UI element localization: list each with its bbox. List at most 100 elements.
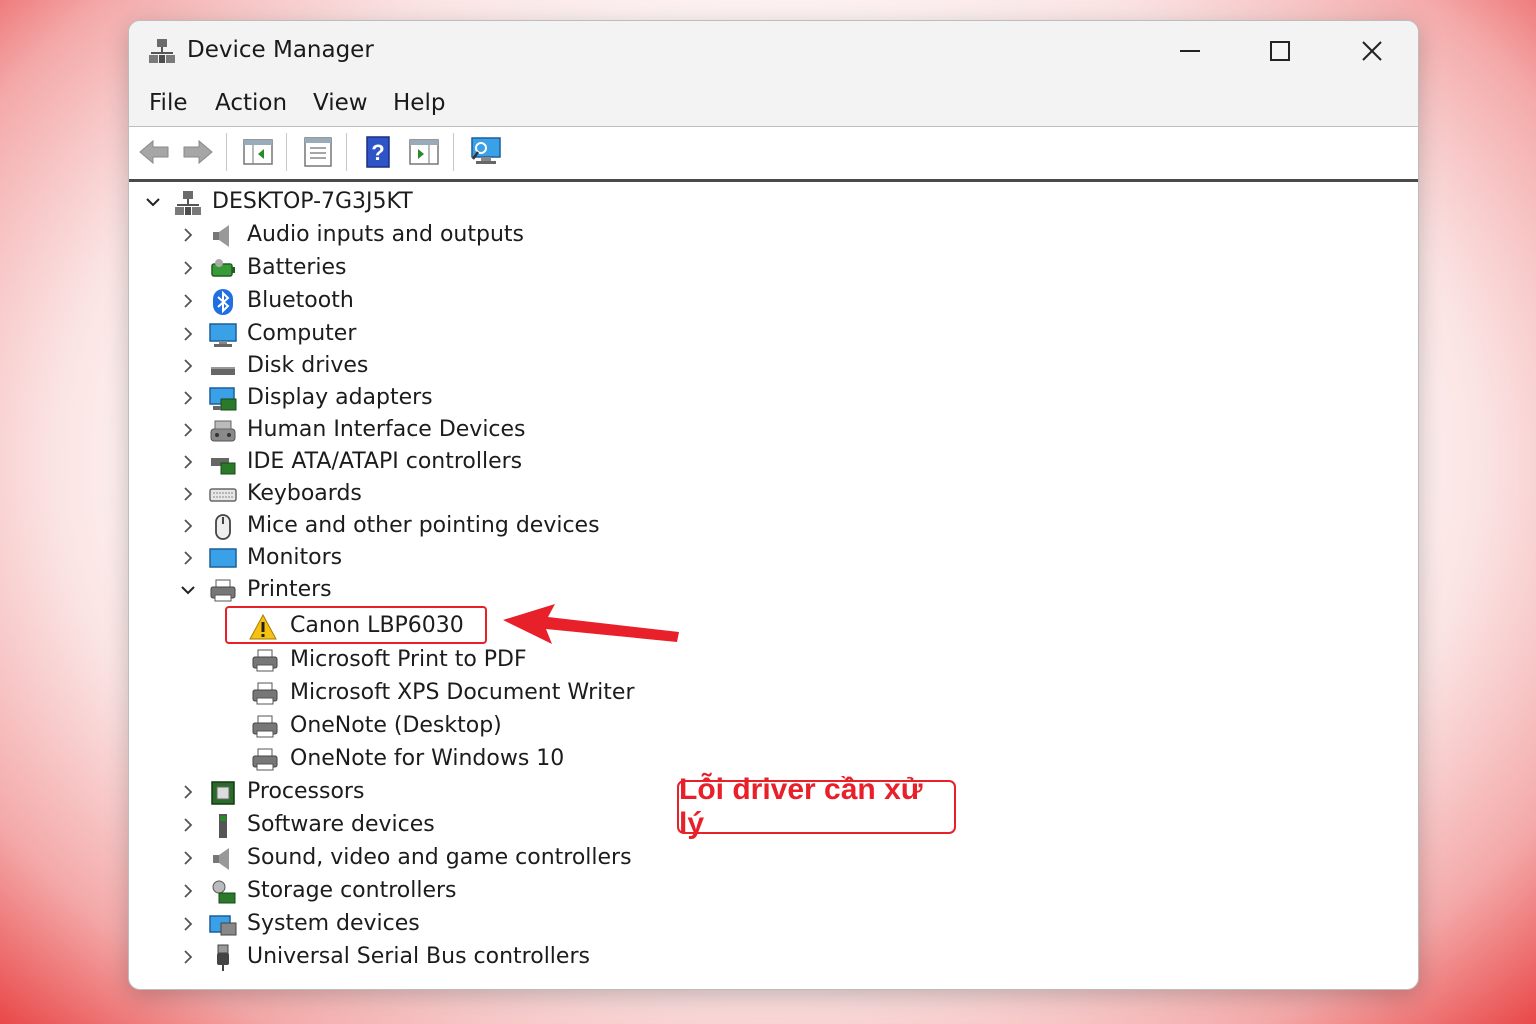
device-manager-icon bbox=[149, 39, 175, 63]
tree-item-label: Processors bbox=[247, 779, 365, 804]
toolbar: ? bbox=[129, 127, 1418, 182]
tree-item-sound-video-game[interactable]: Sound, video and game controllers bbox=[129, 843, 632, 873]
tree-item-system-devices[interactable]: System devices bbox=[129, 909, 629, 939]
chevron-right-icon[interactable] bbox=[179, 948, 197, 966]
chevron-right-icon[interactable] bbox=[179, 226, 197, 244]
tree-item-label: System devices bbox=[247, 911, 420, 936]
ide-controller-icon bbox=[211, 458, 236, 475]
back-arrow-icon bbox=[139, 139, 169, 165]
tree-item-label: Universal Serial Bus controllers bbox=[247, 944, 590, 969]
warning-icon bbox=[249, 613, 277, 640]
menu-view[interactable]: View bbox=[313, 90, 368, 116]
chevron-right-icon[interactable] bbox=[179, 849, 197, 867]
computer-icon bbox=[209, 323, 237, 347]
annotation-arrow bbox=[503, 604, 679, 644]
printer-item-xps[interactable]: Microsoft XPS Document Writer bbox=[129, 678, 635, 708]
toolbar-separator bbox=[346, 133, 347, 171]
speaker-icon bbox=[213, 225, 229, 247]
tree-item-storage-controllers[interactable]: Storage controllers bbox=[129, 876, 629, 906]
minimize-button[interactable] bbox=[1167, 31, 1213, 71]
tree-item-mice[interactable]: Mice and other pointing devices bbox=[129, 511, 629, 541]
tree-item-audio[interactable]: Audio inputs and outputs bbox=[129, 220, 629, 250]
window-title: Device Manager bbox=[187, 37, 374, 63]
chevron-right-icon[interactable] bbox=[179, 421, 197, 439]
tree-item-label: Human Interface Devices bbox=[247, 417, 526, 442]
tree-item-label: Monitors bbox=[247, 545, 343, 570]
chevron-right-icon[interactable] bbox=[179, 549, 197, 567]
tree-item-display-adapters[interactable]: Display adapters bbox=[129, 383, 629, 413]
toolbar-separator bbox=[453, 133, 454, 171]
tree-item-label: Bluetooth bbox=[247, 288, 354, 313]
forward-button[interactable] bbox=[181, 135, 217, 169]
printer-icon bbox=[210, 579, 236, 602]
printer-icon bbox=[252, 715, 278, 738]
tree-item-label: Batteries bbox=[247, 255, 347, 280]
maximize-button[interactable] bbox=[1257, 31, 1303, 71]
chevron-right-icon[interactable] bbox=[179, 816, 197, 834]
printer-item-label: Microsoft Print to PDF bbox=[290, 647, 527, 672]
computer-tree-icon bbox=[175, 191, 201, 215]
menu-bar: File Action View Help bbox=[129, 81, 1418, 127]
show-hide-console-tree-button[interactable] bbox=[241, 135, 277, 169]
tree-root: DESKTOP-7G3J5KT bbox=[129, 187, 529, 217]
printer-item-canon[interactable]: Canon LBP6030 bbox=[129, 611, 529, 641]
printer-item-label: Canon LBP6030 bbox=[290, 613, 464, 638]
tree-item-label: Computer bbox=[247, 321, 357, 346]
chevron-right-icon[interactable] bbox=[179, 882, 197, 900]
action-pane-icon bbox=[409, 139, 439, 165]
tree-item-label: Audio inputs and outputs bbox=[247, 222, 524, 247]
maximize-icon bbox=[1270, 41, 1290, 61]
menu-file[interactable]: File bbox=[149, 90, 188, 116]
chevron-right-icon[interactable] bbox=[179, 453, 197, 471]
printer-item-onenote-win10[interactable]: OneNote for Windows 10 bbox=[129, 744, 629, 774]
tree-item-ide[interactable]: IDE ATA/ATAPI controllers bbox=[129, 447, 629, 477]
help-button[interactable]: ? bbox=[361, 135, 397, 169]
chevron-right-icon[interactable] bbox=[179, 517, 197, 535]
chevron-right-icon[interactable] bbox=[179, 783, 197, 801]
tree-item-disk-drives[interactable]: Disk drives bbox=[129, 351, 629, 381]
action-pane-button[interactable] bbox=[407, 135, 443, 169]
properties-button[interactable] bbox=[301, 135, 337, 169]
tree-item-computer[interactable]: Computer bbox=[129, 319, 629, 349]
chevron-right-icon[interactable] bbox=[179, 389, 197, 407]
display-adapter-icon bbox=[209, 387, 237, 411]
tree-item-usb[interactable]: Universal Serial Bus controllers bbox=[129, 942, 629, 972]
sound-icon bbox=[213, 848, 229, 870]
chevron-right-icon[interactable] bbox=[179, 915, 197, 933]
scan-hardware-button[interactable] bbox=[469, 135, 505, 169]
chevron-right-icon[interactable] bbox=[179, 485, 197, 503]
system-devices-icon bbox=[209, 915, 237, 936]
printer-icon bbox=[252, 748, 278, 771]
error-callout: Lỗi driver cần xử lý bbox=[677, 773, 956, 840]
chevron-down-icon[interactable] bbox=[144, 193, 162, 211]
menu-help[interactable]: Help bbox=[393, 90, 445, 116]
chevron-down-icon[interactable] bbox=[179, 581, 197, 599]
close-button[interactable] bbox=[1349, 31, 1395, 71]
tree-item-bluetooth[interactable]: Bluetooth bbox=[129, 286, 629, 316]
svg-text:?: ? bbox=[371, 140, 384, 165]
tree-item-batteries[interactable]: Batteries bbox=[129, 253, 629, 283]
back-button[interactable] bbox=[137, 135, 173, 169]
tree-item-hid[interactable]: Human Interface Devices bbox=[129, 415, 629, 445]
bluetooth-icon bbox=[213, 289, 233, 315]
storage-controller-icon bbox=[212, 880, 236, 904]
chevron-right-icon[interactable] bbox=[179, 357, 197, 375]
tree-item-processors[interactable]: Processors bbox=[129, 777, 629, 807]
minimize-icon bbox=[1180, 50, 1200, 52]
title-bar: Device Manager bbox=[129, 21, 1418, 81]
printer-item-label: OneNote (Desktop) bbox=[290, 713, 502, 738]
chevron-right-icon[interactable] bbox=[179, 259, 197, 277]
console-tree-icon bbox=[243, 139, 273, 165]
tree-root-label[interactable]: DESKTOP-7G3J5KT bbox=[212, 189, 413, 214]
keyboard-icon bbox=[209, 488, 237, 502]
printer-item-onenote-desktop[interactable]: OneNote (Desktop) bbox=[129, 711, 629, 741]
tree-item-keyboards[interactable]: Keyboards bbox=[129, 479, 629, 509]
chevron-right-icon[interactable] bbox=[179, 325, 197, 343]
menu-action[interactable]: Action bbox=[215, 90, 287, 116]
forward-arrow-icon bbox=[183, 139, 213, 165]
chevron-right-icon[interactable] bbox=[179, 292, 197, 310]
printer-icon bbox=[252, 649, 278, 672]
device-manager-window: Device Manager File Action View Help ? D… bbox=[128, 20, 1419, 990]
tree-item-software-devices[interactable]: Software devices bbox=[129, 810, 629, 840]
tree-item-monitors[interactable]: Monitors bbox=[129, 543, 629, 573]
